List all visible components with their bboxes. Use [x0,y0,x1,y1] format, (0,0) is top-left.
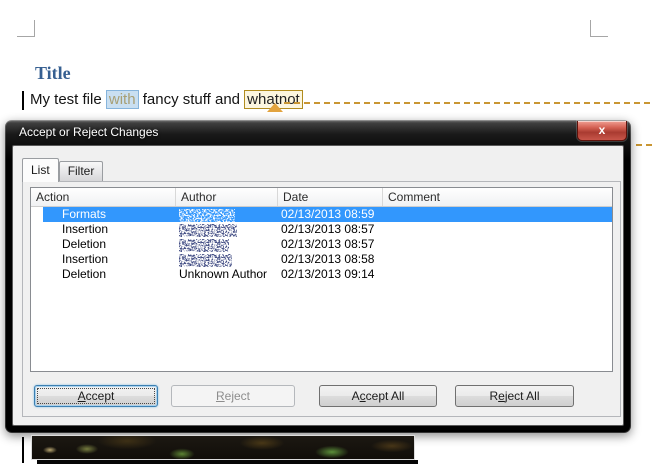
comment-anchor-dashed-line [636,144,654,146]
redacted-author-scribble [179,208,235,222]
row-comment [383,222,612,237]
tab-list[interactable]: List [22,158,59,182]
table-row[interactable]: Deletion 02/13/2013 08:57 [31,237,612,252]
close-button[interactable]: x [577,121,627,141]
row-comment [383,267,612,282]
reject-button[interactable]: Reject [171,385,295,407]
row-date: 02/13/2013 08:59 [281,207,375,221]
tab-panel-list: Action Author Date Comment Formats 02/13… [22,181,621,417]
tab-bar: List Filter [22,158,104,182]
change-bar [22,91,24,110]
row-action: Deletion [62,237,107,251]
dialog-title: Accept or Reject Changes [19,125,159,139]
tab-filter[interactable]: Filter [58,161,104,181]
column-header-action[interactable]: Action [31,188,176,206]
row-action: Insertion [62,222,109,236]
row-date: 02/13/2013 08:57 [281,222,375,236]
reject-all-button[interactable]: Reject All [455,385,574,407]
page-margin-corner-right-icon [590,20,608,37]
column-header-author[interactable]: Author [176,188,278,206]
row-comment [383,252,612,267]
paragraph-text: My test file [30,91,106,108]
redacted-author-scribble [179,253,232,267]
document-paragraph[interactable]: My test file with fancy stuff and whatno… [30,88,307,112]
column-header-comment[interactable]: Comment [383,188,612,206]
accept-button[interactable]: Accept [34,385,158,407]
row-comment [383,207,612,222]
table-row[interactable]: Insertion 02/13/2013 08:57 [31,222,612,237]
row-action: Formats [62,207,107,221]
paragraph-text: . [302,91,307,108]
document-heading[interactable]: Title [35,63,71,84]
row-action: Insertion [62,252,109,266]
changes-table: Action Author Date Comment Formats 02/13… [30,187,613,372]
paragraph-text: fancy stuff and [138,91,245,108]
row-author [176,252,278,267]
row-date: 02/13/2013 08:58 [281,252,375,266]
table-row[interactable]: Deletion Unknown Author 02/13/2013 09:14 [31,267,612,282]
row-author [176,207,278,222]
tracked-change-format-highlight[interactable]: with [105,90,139,109]
page-margin-corner-left-icon [17,20,35,37]
row-action: Deletion [62,267,107,281]
change-bar [22,437,24,463]
accept-reject-dialog: Accept or Reject Changes x List Filter A… [5,120,631,433]
photo-shadow [37,460,418,464]
accept-all-button[interactable]: Accept All [319,385,437,407]
table-row[interactable]: Insertion 02/13/2013 08:58 [31,252,612,267]
row-author [176,222,278,237]
row-author: Unknown Author [179,267,268,281]
comment-anchor-dashed-line [284,102,654,104]
dialog-body: List Filter Action Author Date Comment F… [12,145,624,426]
column-header-date[interactable]: Date [278,188,383,206]
row-author [176,237,278,252]
table-row[interactable]: Formats 02/13/2013 08:59 [31,207,612,222]
redacted-author-scribble [179,223,237,237]
table-header: Action Author Date Comment [31,188,612,207]
comment-anchor-triangle-icon [267,103,283,112]
row-date: 02/13/2013 09:14 [281,267,375,281]
close-icon: x [598,123,606,137]
document-photo[interactable] [31,435,415,460]
redacted-author-scribble [179,238,229,252]
row-date: 02/13/2013 08:57 [281,237,375,251]
row-comment [383,237,612,252]
screenshot-stage: Title My test file with fancy stuff and … [0,0,654,468]
